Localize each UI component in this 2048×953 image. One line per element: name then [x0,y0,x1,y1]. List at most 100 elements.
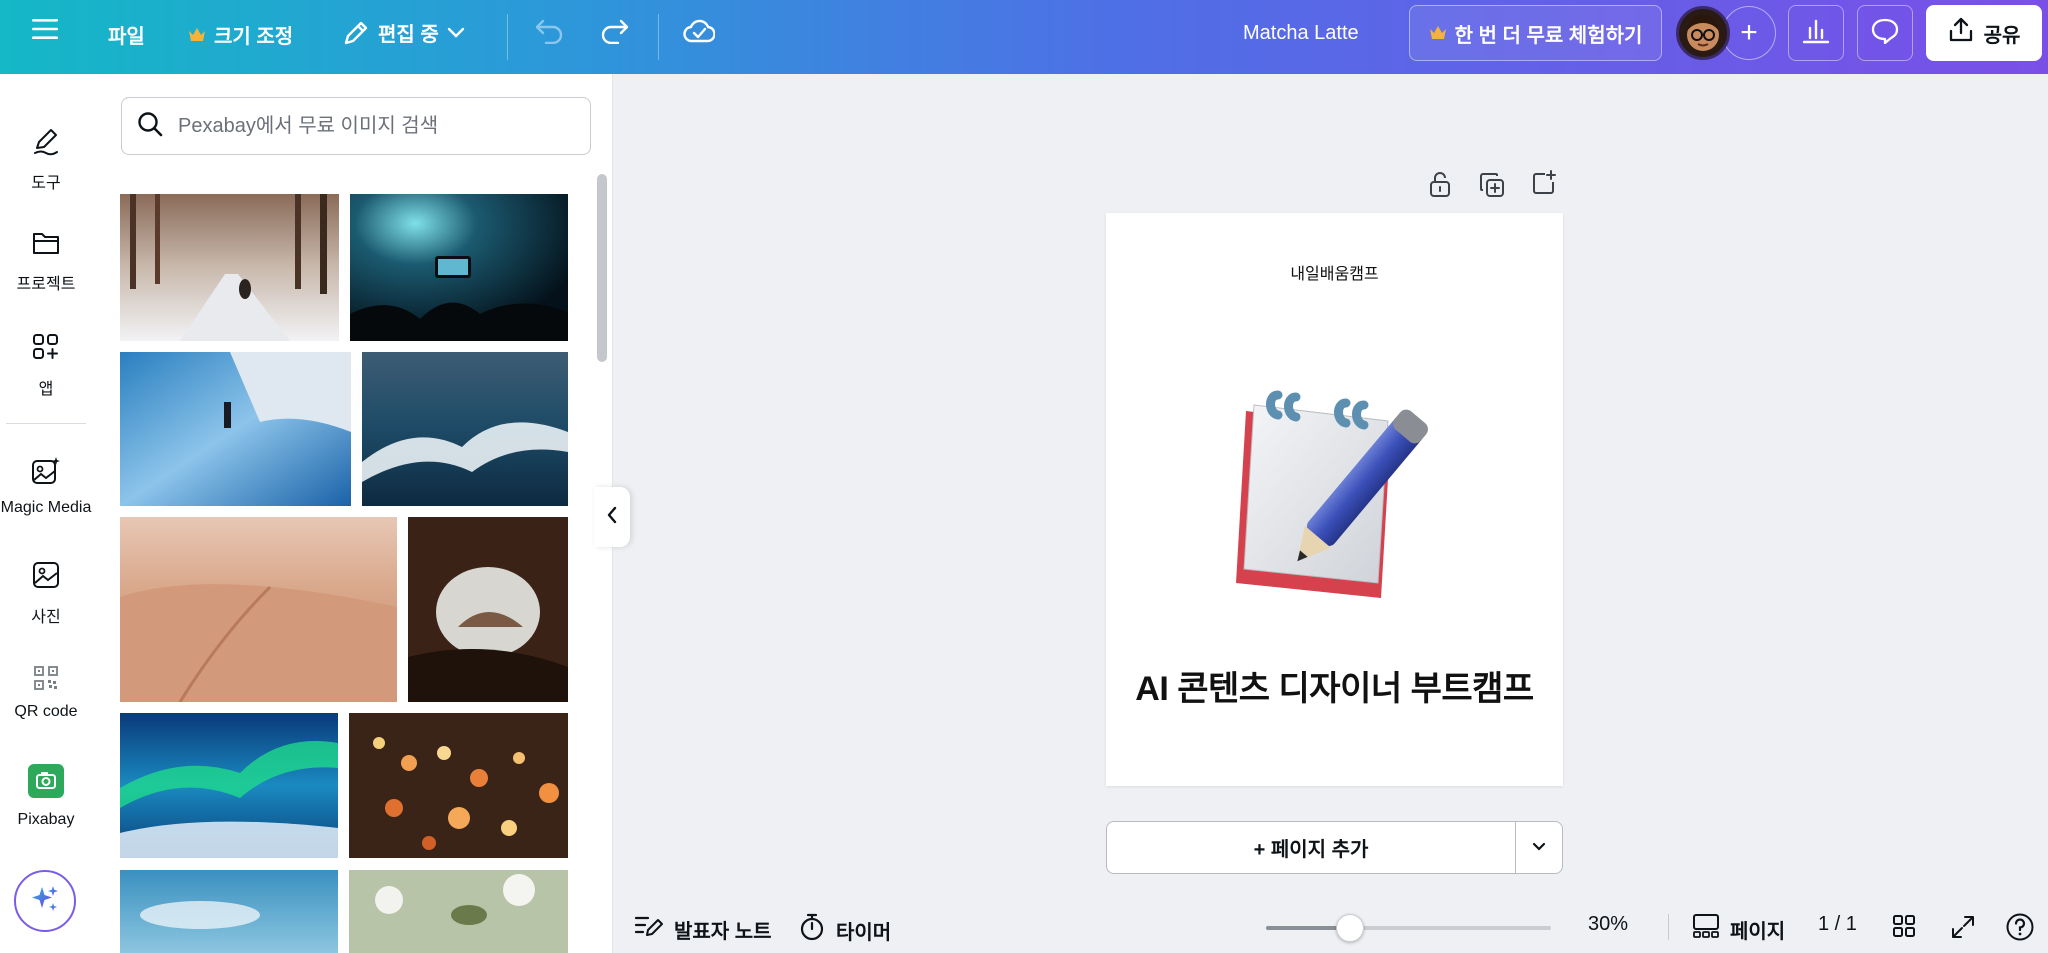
collapse-panel-button[interactable] [594,487,630,547]
invite-collaborator-button[interactable]: + [1722,6,1776,60]
add-page-button[interactable]: + 페이지 추가 [1107,822,1516,873]
pixabay-icon [28,764,64,803]
bird-photo [349,870,568,953]
help-button[interactable] [2005,912,2035,948]
pages-icon [1692,913,1720,945]
rail-item-photos[interactable]: 사진 [0,560,92,627]
notepad-pencil-illustration[interactable] [1216,383,1456,613]
fullscreen-button[interactable] [1950,914,1976,946]
duplicate-page-button[interactable] [1479,172,1505,203]
rail-item-label: 도구 [31,175,61,192]
cloud-check-icon [683,17,715,45]
ocean-waves-photo [362,352,568,506]
chevron-down-icon [1532,839,1546,857]
rail-item-projects[interactable]: 프로젝트 [0,229,92,294]
panel-scrollbar[interactable] [595,172,607,952]
crown-icon [1429,25,1447,41]
presenter-notes-label: 발표자 노트 [674,920,772,943]
pages-label: 페이지 [1730,920,1786,943]
lock-page-button[interactable] [1428,170,1452,203]
main-menu-button[interactable] [32,18,58,40]
duplicate-icon [1480,173,1504,197]
qr-code-icon [34,666,58,695]
add-page-icon-button[interactable] [1531,170,1557,201]
timer-button[interactable]: 타이머 [798,913,891,947]
aurora-photo [120,713,338,858]
zoom-slider-track[interactable] [1266,926,1551,930]
rail-item-label: Pixabay [17,811,75,828]
image-thumbnail-sky[interactable] [120,870,338,953]
comment-icon [1871,18,1899,49]
free-trial-button[interactable]: 한 번 더 무료 체험하기 [1409,5,1662,61]
redo-icon [600,18,630,44]
grid-view-icon [1892,914,1916,944]
search-icon [136,110,164,143]
sparkle-icon [29,883,61,920]
pages-view-button[interactable]: 페이지 [1692,913,1785,945]
add-page-dropdown-button[interactable] [1516,822,1562,873]
design-page[interactable]: 내일배움캠프 AI 콘텐츠 디자이너 부트캠프 [1106,213,1563,786]
image-thumbnail-concert[interactable] [350,194,568,341]
pixabay-panel [92,74,613,953]
zoom-value: 30% [1588,913,1629,935]
undo-button[interactable] [534,18,564,44]
page-title[interactable]: AI 콘텐츠 디자이너 부트캠프 [1106,661,1563,710]
image-thumbnail-desert[interactable] [120,517,397,702]
image-thumbnail-snowy-forest[interactable] [120,194,339,341]
rail-item-pixabay[interactable]: Pixabay [0,764,92,829]
image-thumbnail-ocean-waves[interactable] [362,352,568,506]
document-title[interactable]: Matcha Latte [1243,22,1359,45]
search-input[interactable] [178,114,578,138]
presenter-notes-button[interactable]: 발표자 노트 [634,913,772,945]
photo-icon [31,560,61,595]
document-title-label: Matcha Latte [1243,22,1359,44]
rock-arch-photo [408,517,568,702]
folder-icon [31,229,61,262]
scrollbar-thumb[interactable] [597,174,607,362]
magic-assistant-button[interactable] [14,870,76,932]
expand-icon [1950,914,1976,946]
image-thumbnail-aurora[interactable] [120,713,338,858]
zoom-percent-button[interactable]: 30% [1588,913,1628,936]
zoom-slider-thumb[interactable] [1336,914,1364,942]
page-counter[interactable]: 1 / 1 [1818,913,1857,936]
cloud-save-status[interactable] [683,17,715,45]
desert-dunes-photo [120,517,397,702]
image-thumbnail-ice-cave[interactable] [120,352,351,506]
crown-icon [188,27,206,43]
user-avatar[interactable] [1676,6,1730,60]
file-menu-button[interactable]: 파일 [108,20,145,49]
rail-item-qr-code[interactable]: QR code [0,666,92,721]
rail-item-tools[interactable]: 도구 [0,126,92,193]
plus-icon: + [1740,16,1758,49]
add-page-icon [1533,170,1556,194]
image-thumbnail-rock-arch[interactable] [408,517,568,702]
timer-label: 타이머 [836,921,892,944]
hamburger-icon [32,18,58,40]
redo-button[interactable] [600,18,630,44]
share-button[interactable]: 공유 [1926,5,2042,61]
grid-view-button[interactable] [1892,914,1916,944]
editing-mode-label: 편집 중 [378,24,439,46]
resize-button[interactable]: 크기 조정 [188,20,293,49]
image-thumbnail-bird[interactable] [349,870,568,953]
unlock-icon [1430,172,1450,197]
editing-mode-button[interactable]: 편집 중 [342,18,465,47]
rail-divider [6,423,86,424]
rail-item-magic-media[interactable]: Magic Media [0,456,92,517]
share-label: 공유 [1983,24,2021,47]
rail-item-label: 프로젝트 [16,276,76,293]
snowy-forest-photo [120,194,339,341]
image-search-box[interactable] [121,97,591,155]
notepad-pencil-graphic [1236,390,1428,598]
chevron-left-icon [606,506,618,529]
comments-button[interactable] [1857,5,1913,61]
insights-button[interactable] [1788,5,1844,61]
image-thumbnail-bokeh-lights[interactable] [349,713,568,858]
bokeh-lights-photo [349,713,568,858]
page-subtitle[interactable]: 내일배움캠프 [1106,260,1563,284]
pen-tool-icon [31,126,61,161]
chevron-down-icon [447,27,465,39]
rail-item-apps[interactable]: 앱 [0,332,92,399]
notes-icon [634,913,664,945]
